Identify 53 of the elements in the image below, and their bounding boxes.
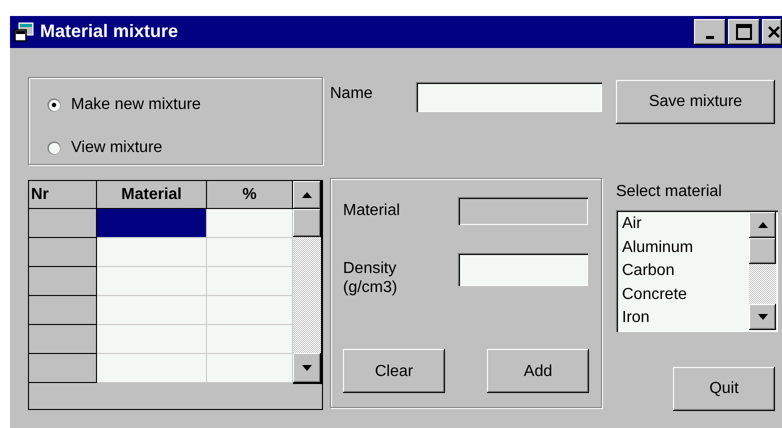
list-item[interactable]: Iron xyxy=(618,306,749,330)
add-button[interactable]: Add xyxy=(487,349,589,394)
list-item[interactable]: Carbon xyxy=(618,259,749,282)
maximize-button[interactable] xyxy=(728,19,760,45)
app-icon xyxy=(14,22,34,42)
radio-label: Make new mixture xyxy=(71,94,201,114)
field-label: Density (g/cm3) xyxy=(343,259,398,298)
table-cell[interactable] xyxy=(97,238,207,267)
name-label: Name xyxy=(330,84,374,104)
column-header: Nr xyxy=(29,181,97,209)
clear-button[interactable]: Clear xyxy=(343,349,445,394)
scroll-up-button[interactable] xyxy=(293,181,321,209)
scrollbar[interactable] xyxy=(749,212,776,330)
table-cell[interactable] xyxy=(97,267,207,296)
scroll-up-button[interactable] xyxy=(749,212,776,238)
save-mixture-button[interactable]: Save mixture xyxy=(616,80,775,124)
table-cell[interactable] xyxy=(97,325,207,354)
radio-button[interactable] xyxy=(47,140,61,154)
down-arrow-icon xyxy=(302,365,312,371)
name-field[interactable] xyxy=(416,82,602,112)
input-field[interactable] xyxy=(458,253,588,286)
radio-button[interactable] xyxy=(47,98,61,112)
list-item[interactable]: Aluminum xyxy=(618,236,749,259)
radio-label: View mixture xyxy=(71,138,162,158)
select-material-label: Select material xyxy=(616,182,723,202)
table-cell[interactable] xyxy=(97,209,207,238)
table-cell[interactable] xyxy=(207,267,293,296)
table-cell[interactable] xyxy=(207,354,293,383)
down-arrow-icon xyxy=(758,314,768,320)
minimize-button[interactable] xyxy=(694,19,726,45)
window-title: Material mixture xyxy=(40,21,178,43)
close-icon xyxy=(767,25,781,39)
up-arrow-icon xyxy=(758,222,768,228)
list-item[interactable]: Air xyxy=(618,212,749,236)
table-cell[interactable] xyxy=(207,238,293,267)
minimize-icon xyxy=(706,36,714,38)
scrollbar[interactable] xyxy=(293,181,322,384)
quit-button[interactable]: Quit xyxy=(673,367,775,411)
table-cell[interactable] xyxy=(207,325,293,354)
scroll-thumb[interactable] xyxy=(293,209,321,237)
scroll-down-button[interactable] xyxy=(293,353,321,383)
list-item[interactable]: Concrete xyxy=(618,282,749,306)
field-label: Material xyxy=(343,201,401,220)
table-cell[interactable] xyxy=(97,354,207,383)
table-cell[interactable] xyxy=(207,209,293,238)
maximize-icon xyxy=(736,24,752,40)
scroll-down-button[interactable] xyxy=(749,304,776,330)
scroll-thumb[interactable] xyxy=(749,238,776,264)
material-list[interactable]: Air Aluminum Carbon Concrete Iron xyxy=(616,210,778,332)
table-cell[interactable] xyxy=(207,296,293,325)
up-arrow-icon xyxy=(302,192,312,198)
close-button[interactable] xyxy=(762,19,782,45)
table-cell[interactable] xyxy=(97,296,207,325)
